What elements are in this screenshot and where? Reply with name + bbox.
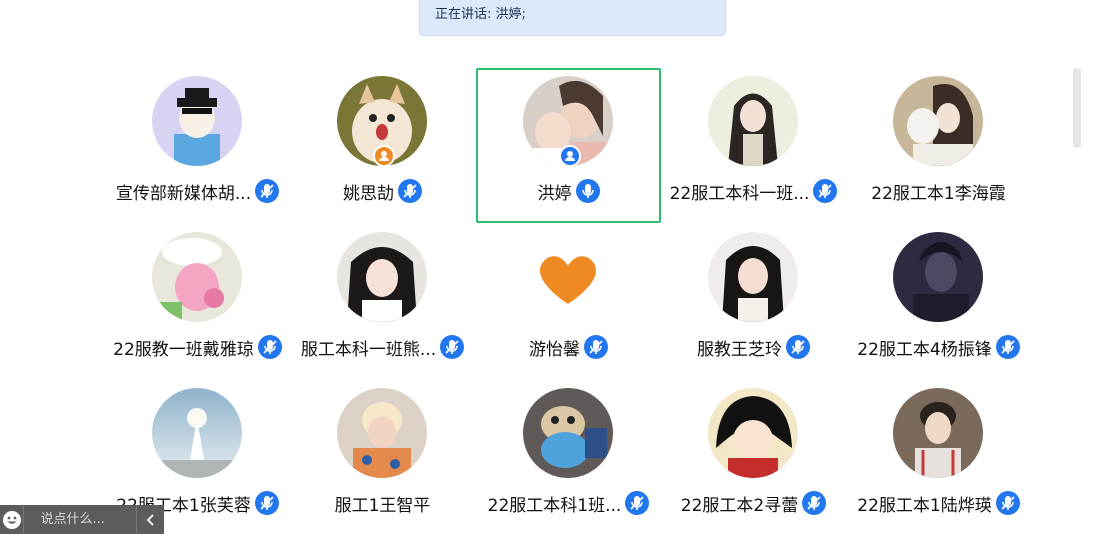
participant-name: 宣传部新媒体胡... (115, 183, 252, 204)
participant-name: 22服工本1陆烨瑛 (857, 495, 992, 516)
participant-name: 服工1王智平 (334, 495, 431, 516)
mic-muted-icon[interactable] (440, 335, 465, 359)
participant-tile[interactable]: 22服工本2寻蕾 (661, 380, 846, 535)
participant-tile[interactable]: 22服工本1陆烨瑛 (846, 380, 1031, 535)
participant-name: 22服教一班戴雅琼 (113, 339, 254, 360)
participant-name: 服工本科一班熊... (300, 339, 437, 360)
avatar (337, 232, 427, 322)
participant-tile[interactable]: 22服教一班戴雅琼 (105, 224, 290, 379)
participant-grid: 宣传部新媒体胡... 姚思劼 洪婷 22服工本科一班... 22服工本1李海霞 … (0, 0, 1110, 534)
participant-name: 洪婷 (537, 183, 572, 204)
mic-muted-icon[interactable] (786, 335, 810, 359)
mic-muted-icon[interactable] (398, 179, 422, 203)
participant-name: 22服工本2寻蕾 (680, 495, 799, 516)
mic-on-icon[interactable] (575, 179, 600, 203)
avatar (893, 76, 983, 166)
avatar (708, 388, 798, 478)
participant-tile[interactable]: 游怡馨 (476, 224, 661, 379)
mic-muted-icon[interactable] (995, 491, 1020, 515)
avatar (708, 76, 798, 166)
participant-tile[interactable]: 22服工本科1班... (476, 380, 661, 535)
mic-muted-icon[interactable] (995, 335, 1020, 359)
participant-name: 姚思劼 (343, 183, 394, 204)
participant-tile[interactable]: 22服工本科一班... (661, 68, 846, 223)
host-icon (373, 145, 395, 167)
participant-tile-active[interactable]: 洪婷 (476, 68, 661, 223)
chat-input-bar (0, 505, 164, 534)
participant-name: 服教王芝玲 (697, 339, 782, 360)
mic-muted-icon[interactable] (257, 335, 282, 359)
participant-tile[interactable]: 22服工本4杨振锋 (846, 224, 1031, 379)
chat-input[interactable] (24, 505, 137, 534)
participant-tile[interactable]: 宣传部新媒体胡... (105, 68, 290, 223)
participant-tile[interactable]: 服工1王智平 (290, 380, 475, 535)
chevron-left-icon[interactable] (136, 505, 164, 534)
avatar (893, 232, 983, 322)
participant-tile[interactable]: 22服工本1李海霞 (846, 68, 1031, 223)
mic-muted-icon[interactable] (255, 179, 280, 203)
avatar (708, 232, 798, 322)
smiley-icon[interactable] (0, 505, 25, 534)
avatar (152, 388, 242, 478)
avatar (152, 76, 242, 166)
mic-muted-icon[interactable] (254, 491, 279, 515)
mic-muted-icon[interactable] (813, 179, 838, 203)
avatar (523, 388, 613, 478)
participant-tile[interactable]: 姚思劼 (290, 68, 475, 223)
avatar (893, 388, 983, 478)
participant-name: 游怡馨 (529, 339, 580, 360)
avatar (152, 232, 242, 322)
participant-tile[interactable]: 服教王芝玲 (661, 224, 846, 379)
mic-muted-icon[interactable] (584, 335, 608, 359)
participant-name: 22服工本科1班... (487, 495, 622, 516)
participant-name: 22服工本4杨振锋 (857, 339, 992, 360)
participant-tile[interactable]: 服工本科一班熊... (290, 224, 475, 379)
avatar (523, 232, 613, 322)
mic-muted-icon[interactable] (625, 491, 650, 515)
cohost-icon (559, 145, 581, 167)
mic-muted-icon[interactable] (802, 491, 827, 515)
avatar (337, 388, 427, 478)
participant-name: 22服工本科一班... (669, 183, 810, 204)
participant-name: 22服工本1李海霞 (871, 183, 1006, 204)
